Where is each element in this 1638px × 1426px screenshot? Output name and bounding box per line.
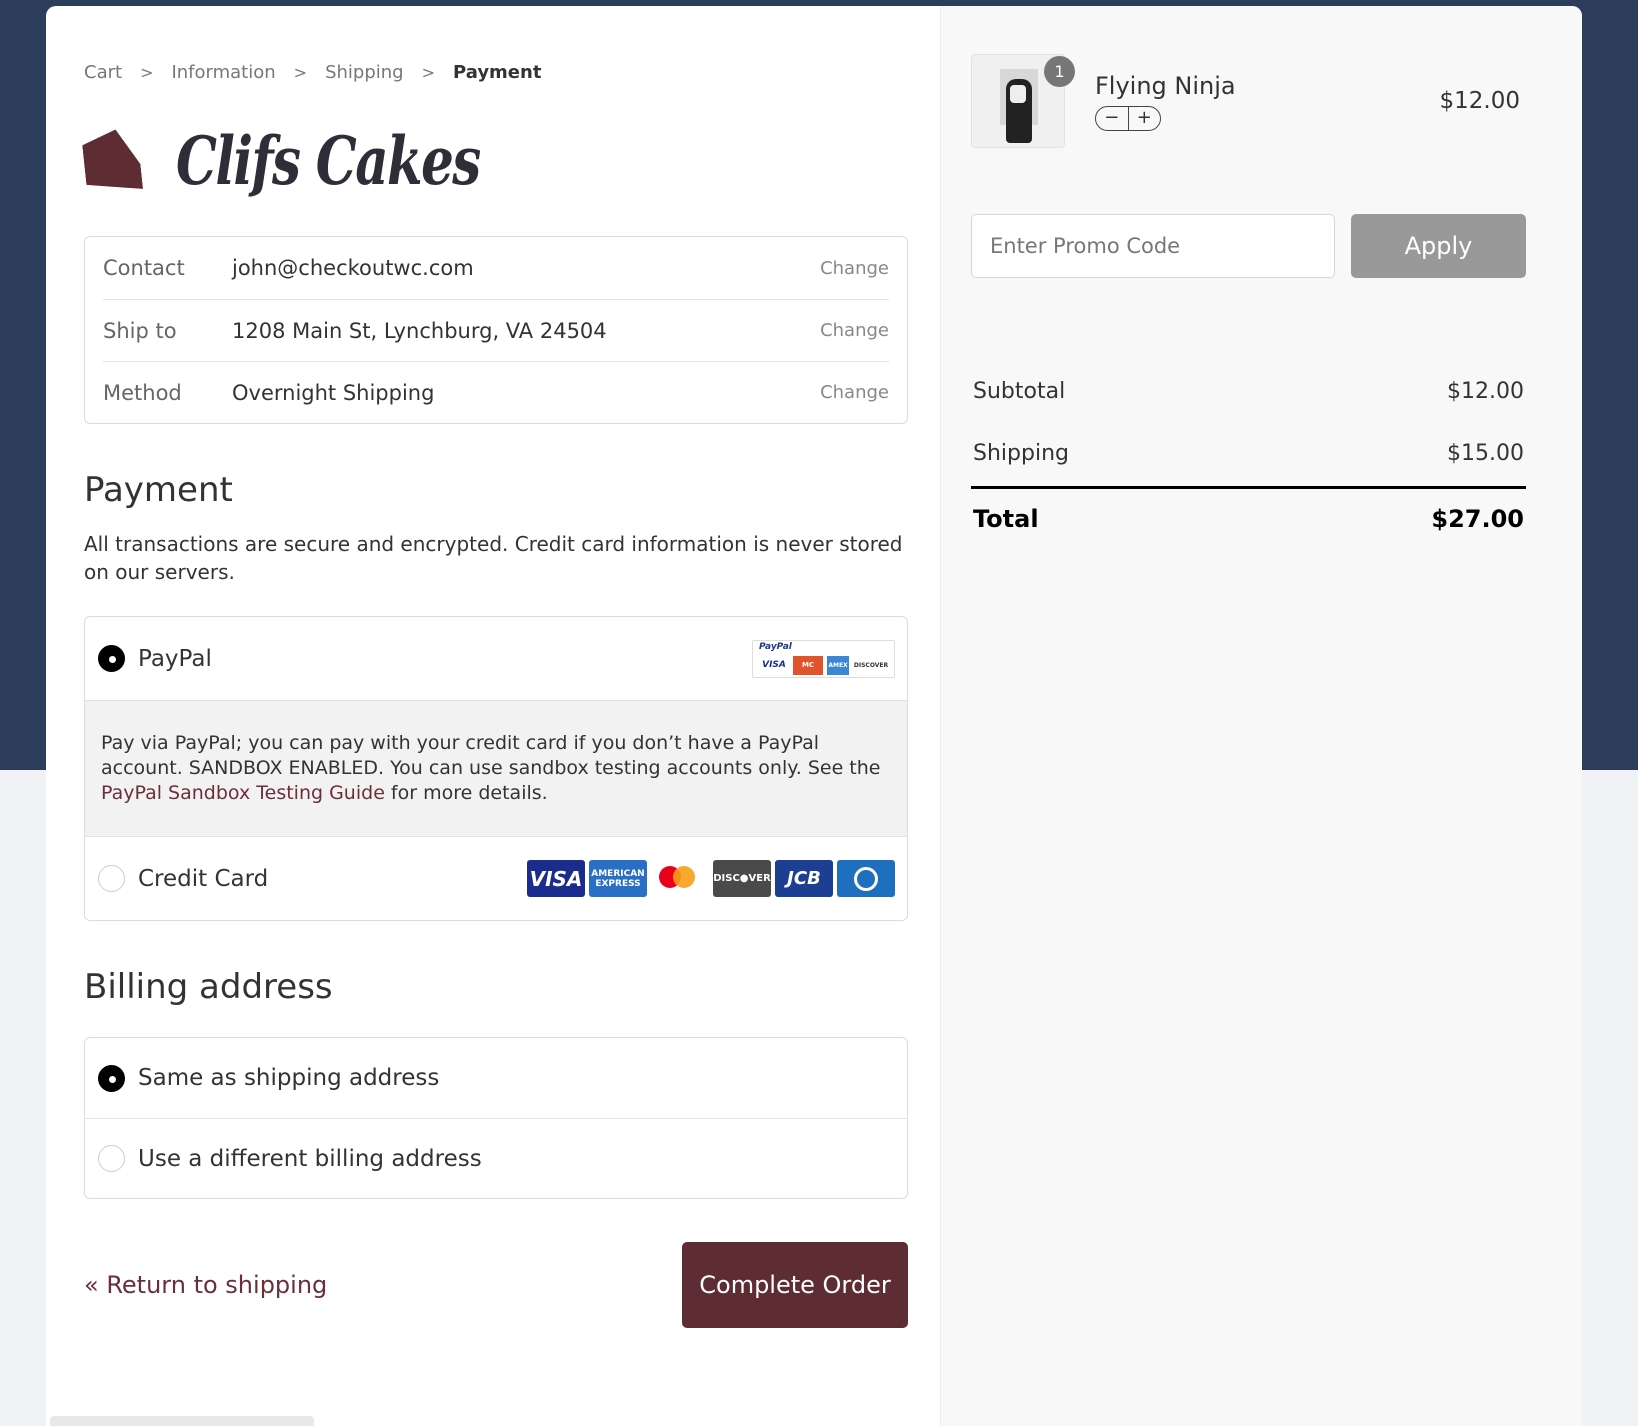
payment-option-credit-card[interactable]: Credit Card VISA AMERICAN EXPRESS DISC●V…: [85, 837, 907, 920]
order-summary: 1 Flying Ninja − + $12.00 Apply Subtotal…: [940, 6, 1582, 1426]
return-to-shipping-link[interactable]: « Return to shipping: [84, 1271, 327, 1299]
quantity-badge: 1: [1044, 56, 1075, 87]
change-contact-link[interactable]: Change: [820, 258, 889, 279]
paypal-description-tail: for more details.: [384, 782, 548, 804]
breadcrumb-cart[interactable]: Cart: [84, 62, 122, 83]
browser-status-bar: [50, 1416, 314, 1426]
review-method-row: Method Overnight Shipping Change: [103, 361, 889, 423]
breadcrumb-separator: >: [421, 62, 436, 82]
apply-promo-button[interactable]: Apply: [1351, 214, 1526, 278]
change-method-link[interactable]: Change: [820, 382, 889, 403]
mini-visa-icon: VISA: [762, 659, 786, 670]
paypal-description: Pay via PayPal; you can pay with your cr…: [85, 700, 907, 837]
product-name: Flying Ninja: [1095, 71, 1236, 100]
review-ship-to-label: Ship to: [103, 318, 177, 343]
review-method-label: Method: [103, 380, 182, 405]
amex-icon: AMERICAN EXPRESS: [589, 860, 647, 897]
total-row: Total $27.00: [971, 486, 1526, 548]
total-label: Total: [973, 504, 1039, 533]
payment-security-note: All transactions are secure and encrypte…: [84, 532, 903, 584]
promo-code-form: Apply: [971, 214, 1526, 278]
breadcrumb-separator: >: [140, 62, 154, 82]
review-ship-to-row: Ship to 1208 Main St, Lynchburg, VA 2450…: [103, 299, 889, 361]
mini-amex-icon: AMEX: [827, 655, 849, 675]
paypal-logo-text: PayPal: [759, 641, 792, 652]
payment-heading: Payment: [84, 470, 233, 510]
shipping-value: $15.00: [1447, 440, 1524, 466]
paypal-acceptance-mark-icon: PayPal VISA MC AMEX DISCOVER: [752, 639, 895, 678]
breadcrumb-payment: Payment: [453, 61, 542, 83]
promo-code-input[interactable]: [971, 214, 1335, 278]
paypal-radio[interactable]: [98, 645, 125, 672]
product-price: $12.00: [1439, 88, 1520, 114]
credit-card-label: Credit Card: [138, 865, 269, 892]
jcb-icon: JCB: [775, 860, 833, 897]
payment-option-paypal[interactable]: PayPal PayPal VISA MC AMEX DISCOVER: [85, 617, 907, 700]
breadcrumb-shipping[interactable]: Shipping: [325, 62, 404, 83]
visa-icon: VISA: [527, 860, 585, 897]
cart-item: 1 Flying Ninja − + $12.00: [971, 46, 1526, 156]
credit-card-radio[interactable]: [98, 865, 125, 892]
mini-discover-icon: DISCOVER: [853, 661, 889, 669]
checkout-actions: « Return to shipping Complete Order: [84, 1242, 908, 1328]
shipping-row: Shipping $15.00: [971, 422, 1526, 484]
paypal-label: PayPal: [138, 645, 212, 672]
checkout-main: Cart > Information > Shipping > Payment …: [46, 6, 940, 1426]
store-name: Clifs Cakes: [176, 122, 481, 200]
review-contact-value: john@checkoutwc.com: [232, 256, 474, 280]
review-contact-label: Contact: [103, 256, 185, 280]
breadcrumb: Cart > Information > Shipping > Payment: [84, 52, 908, 92]
subtotal-row: Subtotal $12.00: [971, 360, 1526, 422]
subtotal-value: $12.00: [1447, 378, 1524, 404]
card-logos: VISA AMERICAN EXPRESS DISC●VER JCB: [527, 860, 895, 897]
billing-options: Same as shipping address Use a different…: [84, 1037, 908, 1199]
cake-slice-icon: [81, 127, 143, 195]
billing-heading: Billing address: [84, 967, 333, 1007]
order-totals: Subtotal $12.00 Shipping $15.00 Total $2…: [971, 360, 1526, 548]
shipping-label: Shipping: [973, 440, 1069, 466]
total-value: $27.00: [1431, 504, 1524, 533]
billing-different-label: Use a different billing address: [138, 1145, 482, 1172]
review-ship-to-value: 1208 Main St, Lynchburg, VA 24504: [232, 318, 607, 343]
checkout-container: Cart > Information > Shipping > Payment …: [46, 6, 1582, 1426]
increase-quantity-button[interactable]: +: [1127, 106, 1161, 130]
decrease-quantity-button[interactable]: −: [1096, 107, 1128, 130]
mini-mastercard-icon: MC: [793, 655, 823, 675]
paypal-description-text: Pay via PayPal; you can pay with your cr…: [101, 732, 881, 779]
billing-option-same[interactable]: Same as shipping address: [85, 1038, 907, 1118]
breadcrumb-information[interactable]: Information: [171, 62, 275, 83]
billing-same-radio[interactable]: [98, 1064, 125, 1092]
billing-different-radio[interactable]: [98, 1145, 125, 1172]
billing-option-different[interactable]: Use a different billing address: [85, 1118, 907, 1198]
change-ship-to-link[interactable]: Change: [820, 320, 889, 341]
payment-methods: PayPal PayPal VISA MC AMEX DISCOVER Pay …: [84, 616, 908, 921]
diners-club-icon: [837, 860, 895, 897]
billing-same-label: Same as shipping address: [138, 1065, 440, 1091]
discover-icon: DISC●VER: [713, 860, 771, 897]
paypal-sandbox-guide-link[interactable]: PayPal Sandbox Testing Guide: [101, 782, 385, 804]
cart-item-info: Flying Ninja − +: [1095, 72, 1440, 131]
breadcrumb-separator: >: [293, 62, 308, 82]
complete-order-button[interactable]: Complete Order: [682, 1242, 908, 1328]
quantity-stepper: − +: [1095, 105, 1161, 131]
review-contact-row: Contact john@checkoutwc.com Change: [103, 237, 889, 299]
store-logo[interactable]: Clifs Cakes: [84, 106, 908, 216]
review-method-value: Overnight Shipping: [232, 380, 435, 405]
order-review-box: Contact john@checkoutwc.com Change Ship …: [84, 236, 908, 424]
mastercard-icon: [651, 860, 709, 897]
subtotal-label: Subtotal: [973, 378, 1066, 404]
